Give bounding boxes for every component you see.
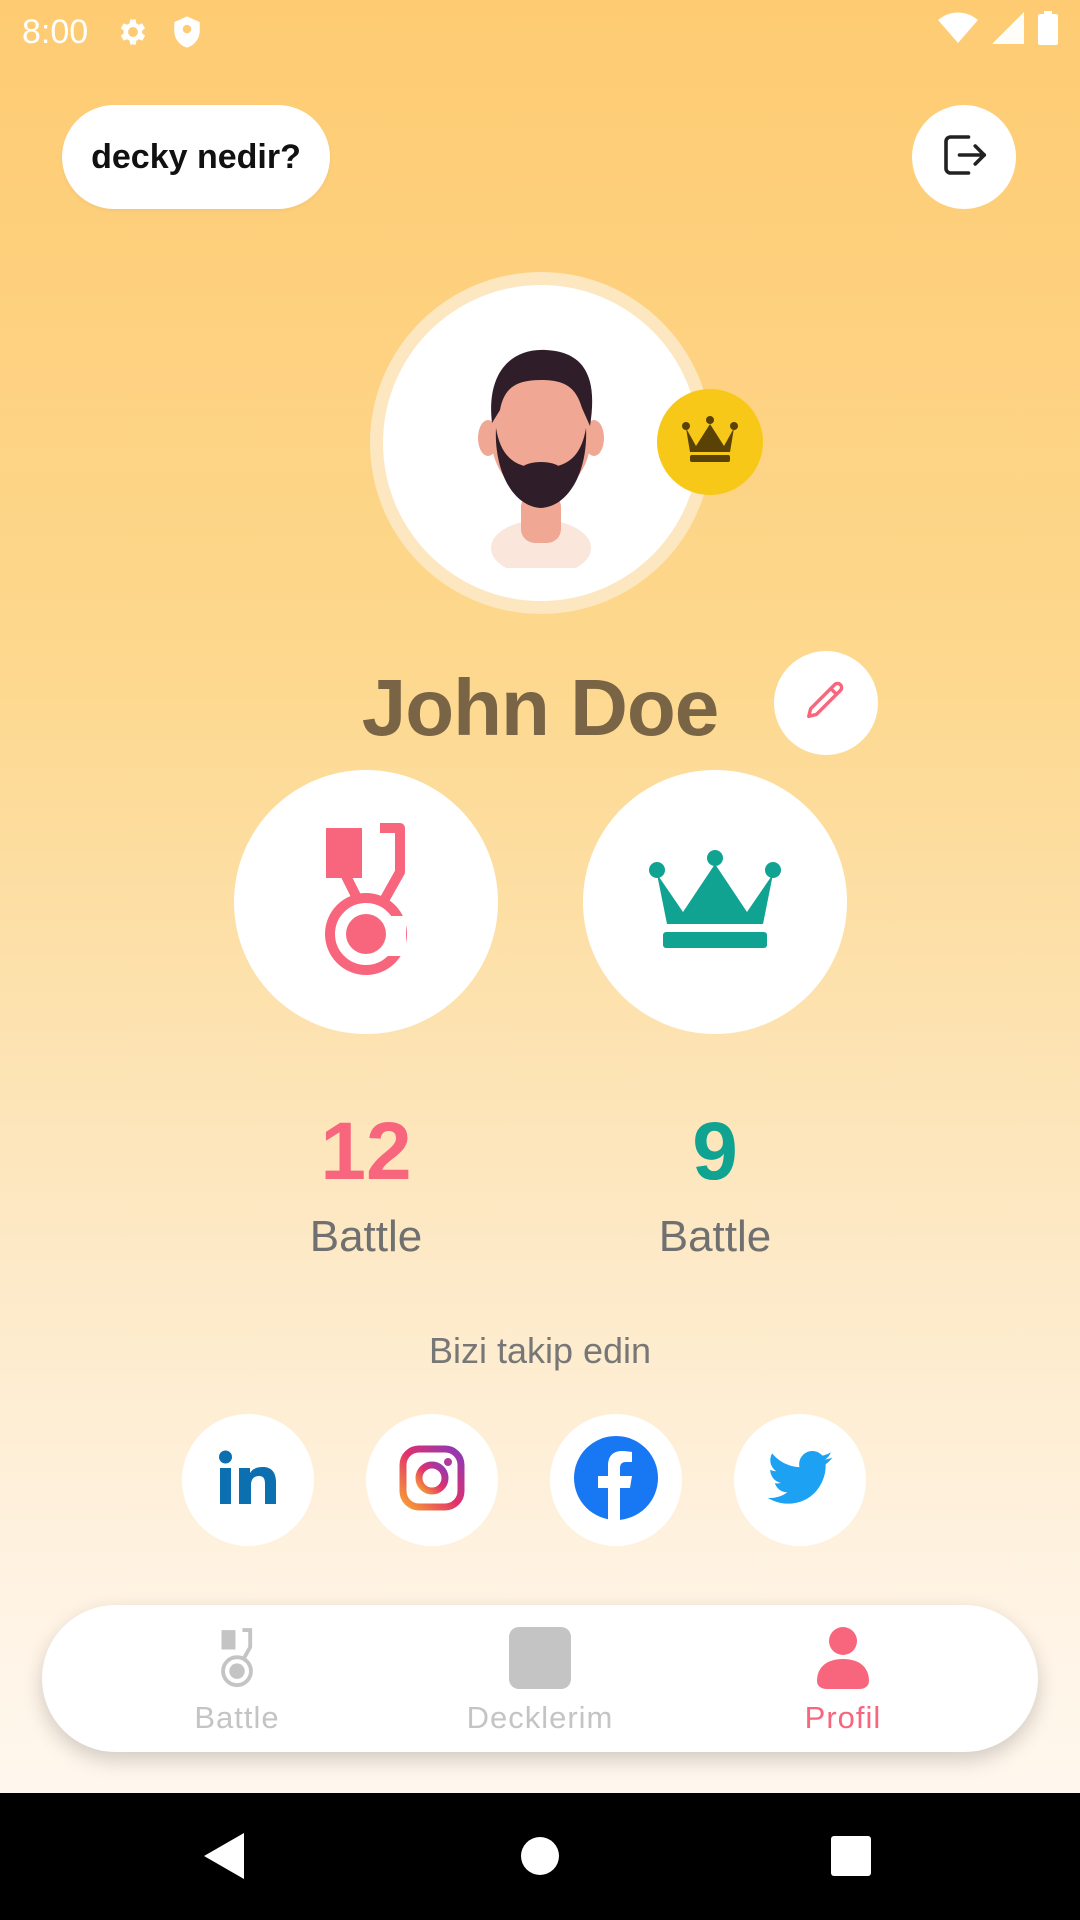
system-navigation-bar (0, 1793, 1080, 1920)
recents-square-icon (831, 1833, 871, 1884)
logout-button[interactable] (912, 105, 1016, 209)
follow-us-title: Bizi takip edin (428, 1330, 652, 1371)
deck-icon (509, 1627, 571, 1694)
nav-label-profil: Profil (804, 1700, 882, 1735)
nav-item-profil[interactable]: Profil (693, 1605, 993, 1752)
battle-crowns-label: Battle (658, 1212, 772, 1261)
nav-label-decklerim: Decklerim (466, 1700, 614, 1735)
back-triangle-icon (204, 1833, 244, 1884)
facebook-icon (574, 1435, 658, 1525)
crown-icon (680, 415, 740, 469)
instagram-icon (399, 1445, 465, 1516)
edit-profile-button[interactable] (774, 651, 878, 755)
what-is-decky-button[interactable]: decky nedir? (62, 105, 330, 209)
avatar-image (383, 285, 699, 601)
stat-crown (583, 770, 847, 1034)
recents-button[interactable] (831, 1833, 871, 1884)
instagram-button[interactable] (366, 1414, 498, 1546)
nav-item-decklerim[interactable]: Decklerim (390, 1605, 690, 1752)
twitter-icon (767, 1450, 833, 1510)
status-bar: 8:00 (0, 0, 1080, 64)
linkedin-icon (218, 1450, 278, 1511)
battle-wins-count: 12 (320, 1106, 412, 1197)
linkedin-button[interactable] (182, 1414, 314, 1546)
home-button[interactable] (520, 1833, 560, 1884)
wifi-icon (938, 12, 978, 53)
twitter-button[interactable] (734, 1414, 866, 1546)
crown-badge (657, 389, 763, 495)
battle-crowns-count: 9 (692, 1106, 738, 1197)
battery-icon (1038, 10, 1058, 54)
back-button[interactable] (204, 1833, 244, 1884)
medal-icon (217, 1627, 257, 1694)
stat-medal (234, 770, 498, 1034)
pencil-icon (803, 678, 849, 729)
user-name: John Doe (361, 663, 719, 752)
battle-wins-label: Battle (309, 1212, 423, 1261)
shield-icon (172, 15, 202, 49)
gear-icon (116, 15, 150, 49)
signal-icon (992, 11, 1024, 53)
crown-icon (647, 849, 783, 955)
bottom-nav: Battle Decklerim Profil (42, 1605, 1038, 1752)
nav-label-battle: Battle (194, 1700, 280, 1735)
nav-item-battle[interactable]: Battle (87, 1605, 387, 1752)
status-time: 8:00 (22, 12, 89, 51)
person-icon (817, 1627, 869, 1694)
logout-icon (937, 128, 991, 187)
medal-icon (320, 820, 412, 985)
facebook-button[interactable] (550, 1414, 682, 1546)
home-circle-icon (520, 1833, 560, 1884)
